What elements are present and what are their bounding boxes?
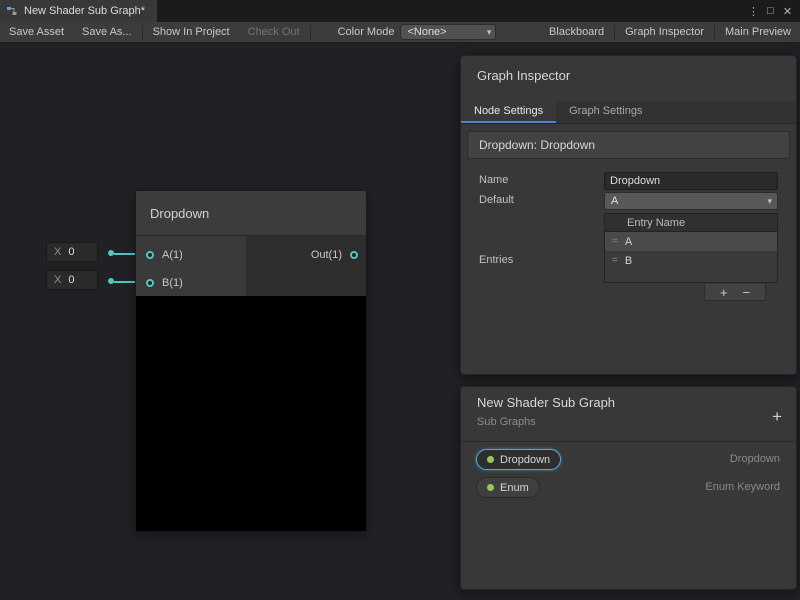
node-settings-section-header: Dropdown: Dropdown <box>467 131 790 159</box>
dropdown-node[interactable]: Dropdown A(1) B(1) Out(1) <box>135 190 367 532</box>
axis-label: X <box>47 274 68 286</box>
node-ports: A(1) B(1) Out(1) <box>136 236 366 296</box>
toolbar: Save Asset Save As... Show In Project Ch… <box>0 22 800 43</box>
name-label: Name <box>479 174 508 186</box>
default-label: Default <box>479 194 514 206</box>
drag-handle-icon[interactable]: = <box>612 236 618 247</box>
add-entry-button[interactable]: + <box>720 285 728 300</box>
default-value: A <box>611 195 618 207</box>
remove-entry-button[interactable]: − <box>742 285 750 300</box>
inspector-tabs: Node Settings Graph Settings <box>461 101 796 124</box>
add-property-button[interactable]: + <box>772 408 782 425</box>
exposed-dot-icon <box>487 484 494 491</box>
default-dropdown[interactable]: A ▾ <box>604 192 778 210</box>
axis-label: X <box>47 246 68 258</box>
entry-name: B <box>625 255 632 267</box>
blackboard-toggle-button[interactable]: Blackboard <box>540 22 613 43</box>
blackboard-divider <box>461 441 796 442</box>
input-port-b[interactable]: B(1) <box>146 277 183 289</box>
entry-row-b[interactable]: = B <box>605 251 777 270</box>
port-circle-icon[interactable] <box>146 251 154 259</box>
toolbar-separator <box>614 25 615 40</box>
window-close-icon[interactable]: ✕ <box>779 5 796 18</box>
drag-handle-icon[interactable]: = <box>612 255 618 266</box>
entries-list: Entry Name = A = B <box>604 213 778 283</box>
port-label: B(1) <box>162 277 183 289</box>
toolbar-separator <box>142 25 143 40</box>
color-mode-label: Color Mode <box>312 26 401 38</box>
port-circle-icon[interactable] <box>350 251 358 259</box>
exposed-dot-icon <box>487 456 494 463</box>
property-name: Enum <box>500 482 529 494</box>
entries-list-header: Entry Name <box>605 214 777 232</box>
window-controls: ⋮ □ ✕ <box>745 0 800 22</box>
port-value[interactable]: 0 <box>68 246 74 258</box>
port-circle-icon[interactable] <box>146 279 154 287</box>
blackboard-item-enum[interactable]: Enum Enum Keyword <box>461 477 796 501</box>
input-port-a[interactable]: A(1) <box>146 249 183 261</box>
shader-subgraph-icon <box>6 5 18 17</box>
save-as-button[interactable]: Save As... <box>73 22 141 43</box>
port-value[interactable]: 0 <box>68 274 74 286</box>
blackboard-title: New Shader Sub Graph <box>477 395 615 410</box>
blackboard-item-dropdown[interactable]: Dropdown Dropdown <box>461 449 796 473</box>
color-mode-dropdown[interactable]: <None> ▾ <box>400 24 496 40</box>
name-input[interactable]: Dropdown <box>604 172 778 190</box>
save-asset-button[interactable]: Save Asset <box>0 22 73 43</box>
entries-list-footer: + − <box>704 284 766 301</box>
node-preview <box>136 296 366 531</box>
tab-node-settings[interactable]: Node Settings <box>461 101 556 123</box>
tab-title: New Shader Sub Graph* <box>24 5 145 17</box>
graph-inspector-panel: Graph Inspector Node Settings Graph Sett… <box>460 55 797 375</box>
port-value-field-a[interactable]: X 0 <box>46 242 98 262</box>
tab-graph-settings[interactable]: Graph Settings <box>556 101 655 123</box>
window-maximize-icon[interactable]: □ <box>762 5 779 17</box>
document-tab[interactable]: New Shader Sub Graph* <box>0 0 157 22</box>
entry-name: A <box>625 236 632 248</box>
property-pill-dropdown[interactable]: Dropdown <box>476 449 561 470</box>
blackboard-panel: New Shader Sub Graph Sub Graphs + Dropdo… <box>460 386 797 590</box>
main-preview-toggle-button[interactable]: Main Preview <box>716 22 800 43</box>
output-port-out[interactable]: Out(1) <box>311 249 358 261</box>
property-name: Dropdown <box>500 454 550 466</box>
show-in-project-button[interactable]: Show In Project <box>144 22 239 43</box>
app-window: New Shader Sub Graph* ⋮ □ ✕ Save Asset S… <box>0 0 800 600</box>
chevron-down-icon: ▾ <box>767 196 772 207</box>
check-out-button: Check Out <box>239 22 309 43</box>
color-mode-value: <None> <box>407 26 446 38</box>
property-type: Dropdown <box>730 453 780 465</box>
window-menu-icon[interactable]: ⋮ <box>745 5 762 18</box>
toolbar-separator <box>714 25 715 40</box>
property-pill-enum[interactable]: Enum <box>476 477 540 498</box>
entries-list-padding <box>605 270 777 282</box>
entry-row-a[interactable]: = A <box>605 232 777 251</box>
port-value-field-b[interactable]: X 0 <box>46 270 98 290</box>
titlebar: New Shader Sub Graph* ⋮ □ ✕ <box>0 0 800 22</box>
chevron-down-icon: ▾ <box>487 27 492 38</box>
node-title[interactable]: Dropdown <box>136 191 366 236</box>
port-label: Out(1) <box>311 249 342 261</box>
blackboard-subtitle: Sub Graphs <box>477 416 536 428</box>
entries-label: Entries <box>479 254 513 266</box>
toolbar-separator <box>310 25 311 40</box>
inspector-title: Graph Inspector <box>477 68 570 83</box>
port-label: A(1) <box>162 249 183 261</box>
property-type: Enum Keyword <box>705 481 780 493</box>
graph-inspector-toggle-button[interactable]: Graph Inspector <box>616 22 713 43</box>
